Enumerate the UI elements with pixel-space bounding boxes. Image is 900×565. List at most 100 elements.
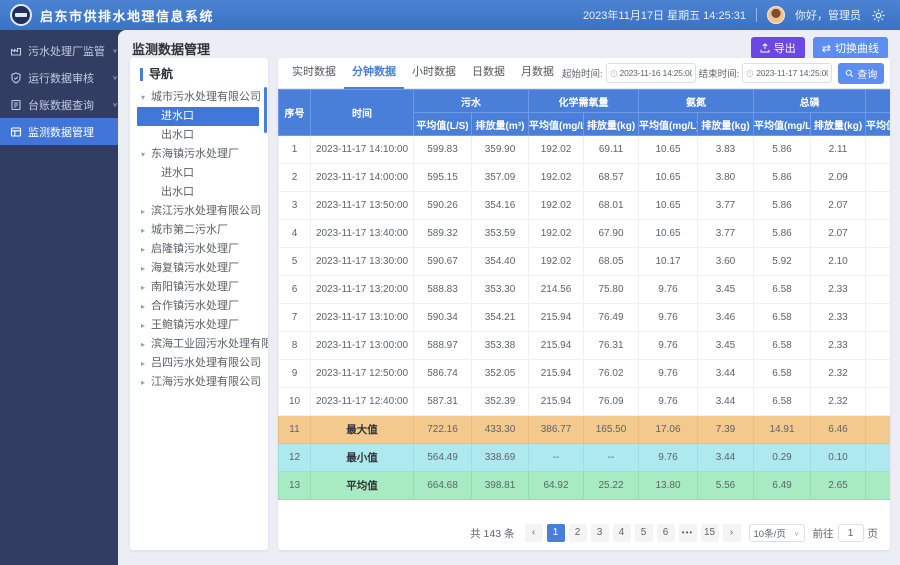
table-body: 12023-11-17 14:10:00599.83359.90192.0269… xyxy=(279,136,891,500)
table-cell: 590.67 xyxy=(414,248,472,276)
table-header-cell: 时间 xyxy=(311,90,414,136)
tree-company-item[interactable]: ▸海复镇污水处理厂 xyxy=(130,259,268,278)
page-button-3[interactable]: 3 xyxy=(591,524,609,542)
page-button-1[interactable]: 1 xyxy=(547,524,565,542)
tab-3[interactable]: 小时数据 xyxy=(404,58,464,89)
table-cell-index: 6 xyxy=(279,276,311,304)
switch-curve-button-label: 切换曲线 xyxy=(835,40,879,56)
page-button-5[interactable]: 5 xyxy=(635,524,653,542)
tree-company-item[interactable]: ▸城市第二污水厂 xyxy=(130,221,268,240)
tree-company-item[interactable]: ▸吕四污水处理有限公司 xyxy=(130,354,268,373)
table-cell: 68.57 xyxy=(584,164,639,192)
table-cell: 3.44 xyxy=(698,388,754,416)
sidebar-item-1[interactable]: 污水处理厂监管∨ xyxy=(0,37,126,64)
sidebar-item-4[interactable]: 监测数据管理 xyxy=(0,118,126,145)
table-cell-index: 1 xyxy=(279,136,311,164)
start-time-input[interactable] xyxy=(620,68,692,78)
sidebar-item-2[interactable]: 运行数据审核∨ xyxy=(0,64,126,91)
table-row: 52023-11-17 13:30:00590.67354.40192.0268… xyxy=(279,248,891,276)
avatar[interactable] xyxy=(767,6,785,24)
tree-company-item[interactable]: ▸王鲍镇污水处理厂 xyxy=(130,316,268,335)
table-cell xyxy=(866,360,891,388)
table-header-cell: 排放量(kg) xyxy=(698,113,754,136)
query-button[interactable]: 查询 xyxy=(838,63,884,84)
tree-company-item[interactable]: ▾东海镇污水处理厂 xyxy=(130,145,268,164)
page-button-6[interactable]: 6 xyxy=(657,524,675,542)
tree-company-label: 城市第二污水厂 xyxy=(151,224,228,236)
table-cell: 2.33 xyxy=(811,332,866,360)
export-button[interactable]: 导出 xyxy=(751,37,805,59)
tree-collapsed-icon: ▸ xyxy=(141,259,151,278)
table-cell: 353.30 xyxy=(472,276,529,304)
tree-company-item[interactable]: ▸江海污水处理有限公司 xyxy=(130,373,268,392)
tree-company-label: 合作镇污水处理厂 xyxy=(151,300,239,312)
page-size-select[interactable]: 10条/页 ∨ xyxy=(749,524,805,542)
switch-curve-icon: ⇄ xyxy=(822,42,831,55)
tree-company-item[interactable]: ▾城市污水处理有限公司 xyxy=(130,88,268,107)
table-cell: 3.83 xyxy=(698,136,754,164)
goto-page-input[interactable] xyxy=(838,524,864,542)
table-cell: 3.46 xyxy=(698,304,754,332)
table-header-row: 序号时间污水化学需氧量氨氮总磷 xyxy=(279,90,891,113)
table-cell-time: 最大值 xyxy=(311,416,414,444)
table-cell: 352.05 xyxy=(472,360,529,388)
nav-scrollbar-thumb[interactable] xyxy=(264,87,267,133)
pager-prev-button[interactable]: ‹ xyxy=(525,524,543,542)
sidebar-item-3[interactable]: 台账数据查询∨ xyxy=(0,91,126,118)
table-cell: 9.76 xyxy=(639,332,698,360)
table-cell: 6.49 xyxy=(754,472,811,500)
table-cell: 6.58 xyxy=(754,332,811,360)
pager-ellipsis[interactable]: ••• xyxy=(679,524,697,542)
gear-icon[interactable] xyxy=(871,8,886,23)
tree-collapsed-icon: ▸ xyxy=(141,221,151,240)
table-cell-index: 8 xyxy=(279,332,311,360)
tree-company-item[interactable]: ▸南阳镇污水处理厂 xyxy=(130,278,268,297)
pager-next-button[interactable]: › xyxy=(723,524,741,542)
end-time-input[interactable] xyxy=(756,68,828,78)
tab-4[interactable]: 日数据 xyxy=(464,58,513,89)
tree-company-item[interactable]: ▸合作镇污水处理厂 xyxy=(130,297,268,316)
sidebar-item-label: 污水处理厂监管 xyxy=(28,43,106,59)
table-cell: 354.16 xyxy=(472,192,529,220)
table-header-cell: 排放量(kg) xyxy=(584,113,639,136)
table-row: 32023-11-17 13:50:00590.26354.16192.0268… xyxy=(279,192,891,220)
page-button-4[interactable]: 4 xyxy=(613,524,631,542)
tree-company-item[interactable]: ▸滨海工业园污水处理有限公司 xyxy=(130,335,268,354)
tab-2[interactable]: 分钟数据 xyxy=(344,58,404,89)
page-button-2[interactable]: 2 xyxy=(569,524,587,542)
table-cell xyxy=(866,304,891,332)
tree-company-label: 城市污水处理有限公司 xyxy=(151,91,261,103)
table-cell: 214.56 xyxy=(529,276,584,304)
table-cell: 7.39 xyxy=(698,416,754,444)
switch-curve-button[interactable]: ⇄ 切换曲线 xyxy=(813,37,888,59)
data-table-wrap: 序号时间污水化学需氧量氨氮总磷平均值(L/S)排放量(m³)平均值(mg/L)排… xyxy=(278,89,890,500)
tree-company-label: 东海镇污水处理厂 xyxy=(151,148,239,160)
table-cell: 67.90 xyxy=(584,220,639,248)
sidebar-menu: 污水处理厂监管∨运行数据审核∨台账数据查询∨监测数据管理 xyxy=(0,37,126,145)
tree-port-item[interactable]: 出水口 xyxy=(130,183,268,202)
table-cell-index: 2 xyxy=(279,164,311,192)
table-cell: 165.50 xyxy=(584,416,639,444)
data-panel: 实时数据分钟数据小时数据日数据月数据 起始时间: 结束时间: 查询 xyxy=(278,58,890,550)
table-row: 62023-11-17 13:20:00588.83353.30214.5675… xyxy=(279,276,891,304)
tree-port-item[interactable]: 进水口 xyxy=(137,107,259,126)
table-cell: 5.56 xyxy=(698,472,754,500)
tab-1[interactable]: 实时数据 xyxy=(284,58,344,89)
table-cell: 588.83 xyxy=(414,276,472,304)
tree-port-item[interactable]: 出水口 xyxy=(130,126,268,145)
page-button-15[interactable]: 15 xyxy=(701,524,719,542)
ledger-icon xyxy=(10,99,22,111)
goto-label: 前往 xyxy=(813,526,834,541)
tree-port-item[interactable]: 进水口 xyxy=(130,164,268,183)
tree-company-item[interactable]: ▸启隆镇污水处理厂 xyxy=(130,240,268,259)
table-cell: 2.32 xyxy=(811,360,866,388)
table-cell: 10.65 xyxy=(639,220,698,248)
page-buttons: 123456•••15 xyxy=(547,524,719,542)
table-header-cell: 平均值(mg/L) xyxy=(866,113,891,136)
tree-company-item[interactable]: ▸滨江污水处理有限公司 xyxy=(130,202,268,221)
greeting-text[interactable]: 你好，管理员 xyxy=(795,7,861,23)
clock-icon xyxy=(610,69,618,78)
table-cell-time: 2023-11-17 12:40:00 xyxy=(311,388,414,416)
table-row: 102023-11-17 12:40:00587.31352.39215.947… xyxy=(279,388,891,416)
tab-5[interactable]: 月数据 xyxy=(513,58,562,89)
